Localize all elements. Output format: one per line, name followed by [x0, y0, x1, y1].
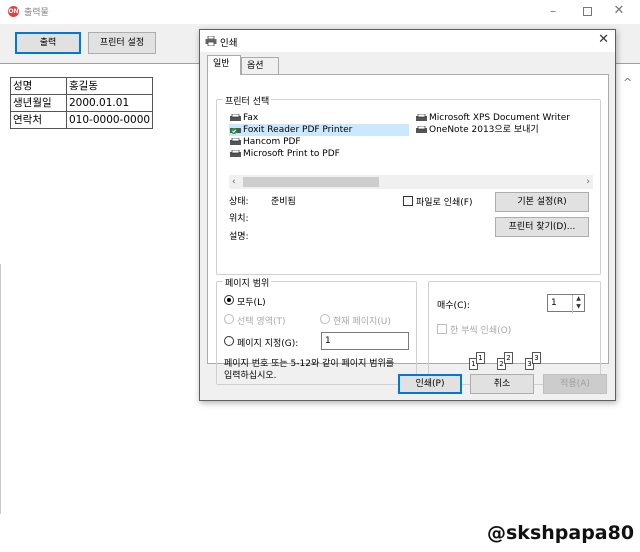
- dialog-cancel-button[interactable]: 취소: [470, 374, 534, 394]
- range-current-page-label: 현재 페이지(U): [333, 317, 391, 327]
- info-key: 성명: [10, 77, 67, 95]
- page-edge-line: [0, 264, 1, 514]
- spin-up-icon[interactable]: ▲: [573, 295, 584, 303]
- minimize-icon: –: [550, 4, 556, 18]
- dialog-print-button[interactable]: 인쇄(P): [398, 374, 462, 394]
- info-key: 생년월일: [10, 94, 67, 112]
- printer-icon: [416, 126, 427, 133]
- collate-page: 1: [476, 352, 485, 364]
- printer-icon: [230, 138, 241, 145]
- table-row: 성명 홍길동: [10, 77, 154, 95]
- printer-item-foxit[interactable]: Foxit Reader PDF Printer: [229, 124, 409, 136]
- tab-general[interactable]: 일반: [207, 55, 241, 75]
- range-all-radio[interactable]: [224, 295, 234, 305]
- collate-label: 한 부씩 인쇄(O): [450, 326, 512, 336]
- printer-icon: [230, 150, 241, 157]
- copies-value: 1: [551, 298, 557, 308]
- info-value: 010-0000-0000: [65, 111, 154, 129]
- range-selection-label: 선택 영역(T): [237, 317, 286, 327]
- collate-page: 2: [504, 352, 513, 364]
- preferences-button[interactable]: 기본 설정(R): [495, 192, 589, 212]
- print-to-file-label: 파일로 인쇄(F): [416, 198, 473, 208]
- table-row: 생년월일 2000.01.01: [10, 94, 154, 112]
- printer-item-ms-pdf[interactable]: Microsoft Print to PDF: [229, 148, 340, 160]
- printer-select-group: 프린터 선택 Fax Foxit Reader PDF Printer Hanc…: [216, 94, 601, 275]
- dialog-close-button[interactable]: ✕: [598, 32, 609, 47]
- print-output-button[interactable]: 출력: [15, 32, 81, 54]
- printer-name: Fax: [243, 113, 259, 123]
- range-current-page-radio[interactable]: [320, 314, 330, 324]
- printer-name: Foxit Reader PDF Printer: [243, 125, 353, 135]
- find-printer-button[interactable]: 프린터 찾기(D)...: [495, 217, 589, 237]
- app-window-title: 출력물: [24, 8, 49, 18]
- tab-options[interactable]: 옵션: [241, 57, 279, 75]
- range-pages-label: 페이지 지정(G):: [237, 339, 299, 349]
- print-to-file-checkbox[interactable]: [403, 196, 413, 206]
- app-titlebar: ON 출력물 – ✕: [0, 0, 640, 24]
- info-value: 홍길동: [65, 77, 154, 95]
- print-dialog: 인쇄 ✕ 일반 옵션 프린터 선택 Fax Foxit Reader PDF P…: [199, 29, 616, 401]
- printer-name: Hancom PDF: [243, 137, 301, 147]
- printer-icon: [416, 114, 427, 121]
- page-range-hint-line2: 입력하십시오.: [224, 371, 277, 381]
- spin-down-icon[interactable]: ▼: [573, 303, 584, 311]
- dialog-titlebar: 인쇄 ✕: [200, 30, 615, 52]
- location-label: 위치:: [229, 214, 249, 224]
- table-row: 연락처 010-0000-0000: [10, 111, 154, 129]
- printer-name: Microsoft XPS Document Writer: [429, 113, 570, 123]
- default-printer-check-icon: [230, 128, 241, 134]
- info-value: 2000.01.01: [65, 94, 154, 112]
- collate-page: 3: [532, 352, 541, 364]
- fax-icon: [230, 114, 241, 121]
- printer-list-scrollbar[interactable]: ‹ ›: [229, 175, 593, 189]
- printer-item-hancom[interactable]: Hancom PDF: [229, 136, 301, 148]
- status-value: 준비됨: [271, 197, 296, 207]
- copies-label: 매수(C):: [437, 301, 470, 311]
- general-tab-panel: 프린터 선택 Fax Foxit Reader PDF Printer Hanc…: [207, 74, 609, 385]
- printer-name: OneNote 2013으로 보내기: [429, 125, 539, 135]
- close-icon: ✕: [598, 32, 609, 47]
- range-selection-radio[interactable]: [224, 314, 234, 324]
- page-range-legend: 페이지 범위: [223, 276, 272, 289]
- range-pages-radio[interactable]: [224, 336, 234, 346]
- maximize-icon: [582, 7, 592, 16]
- printer-name: Microsoft Print to PDF: [243, 149, 340, 159]
- close-icon: ✕: [613, 3, 625, 18]
- watermark-text: @skshpapa80: [487, 522, 635, 544]
- scroll-right-icon[interactable]: ›: [586, 175, 590, 189]
- range-all-label: 모두(L): [237, 298, 266, 308]
- page-range-input[interactable]: 1: [321, 332, 409, 350]
- copies-input[interactable]: 1 ▲ ▼: [547, 294, 585, 313]
- app-logo-icon: ON: [8, 6, 19, 17]
- collate-preview-icon: 1 1 2 2 3 3: [469, 346, 559, 376]
- printer-select-legend: 프린터 선택: [223, 94, 272, 107]
- collate-checkbox[interactable]: [437, 324, 447, 334]
- scroll-left-icon[interactable]: ‹: [232, 175, 236, 189]
- minimize-button[interactable]: –: [538, 2, 568, 20]
- dialog-apply-button[interactable]: 적용(A): [543, 374, 607, 394]
- info-key: 연락처: [10, 111, 67, 129]
- printer-item-fax[interactable]: Fax: [229, 112, 258, 124]
- scrollbar-thumb[interactable]: [243, 177, 379, 187]
- personal-info-table: 성명 홍길동 생년월일 2000.01.01 연락처 010-0000-0000: [10, 77, 154, 129]
- printer-item-onenote[interactable]: OneNote 2013으로 보내기: [415, 124, 539, 136]
- scroll-up-arrow-icon[interactable]: ^: [623, 76, 632, 89]
- maximize-button[interactable]: [572, 2, 602, 20]
- status-label: 상태:: [229, 197, 249, 207]
- dialog-title: 인쇄: [220, 38, 238, 49]
- printer-setup-button[interactable]: 프린터 설정: [88, 32, 156, 54]
- printer-icon: [205, 36, 217, 46]
- page-range-group: 페이지 범위 모두(L) 선택 영역(T) 현재 페이지(U) 페이지 지정(G…: [216, 276, 417, 385]
- app-close-button[interactable]: ✕: [604, 2, 634, 20]
- copies-spinner[interactable]: ▲ ▼: [572, 295, 584, 313]
- comment-label: 설명:: [229, 232, 249, 242]
- copies-group: 매수(C): 1 ▲ ▼ 한 부씩 인쇄(O) 1 1 2 2 3 3: [428, 281, 601, 385]
- printer-item-ms-xps[interactable]: Microsoft XPS Document Writer: [415, 112, 570, 124]
